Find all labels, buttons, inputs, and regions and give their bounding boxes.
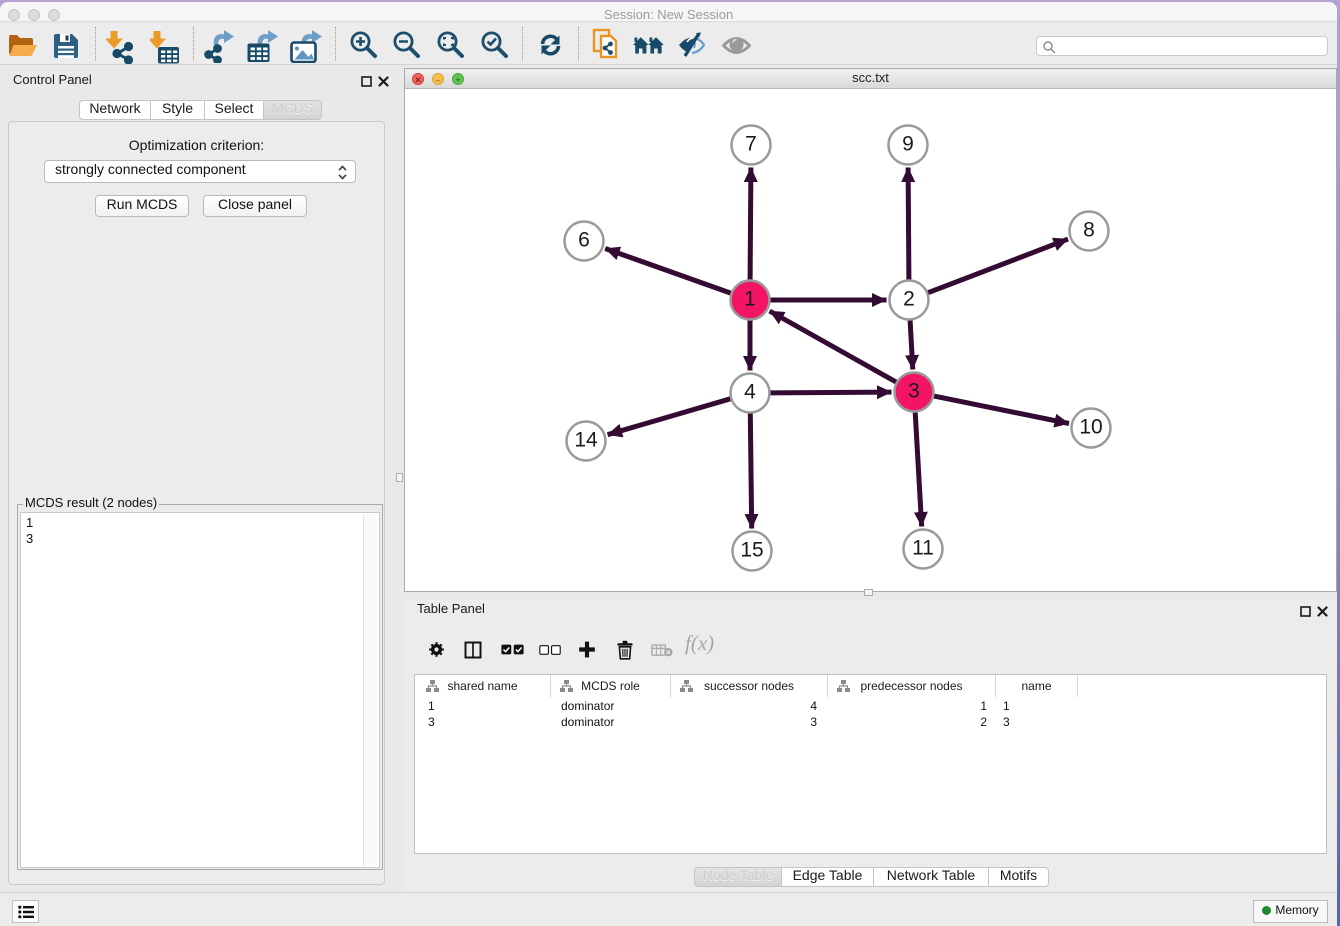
svg-text:7: 7 <box>745 133 757 156</box>
svg-text:8: 8 <box>1083 219 1095 242</box>
svg-text:1: 1 <box>744 288 756 311</box>
svg-text:2: 2 <box>903 288 915 311</box>
svg-text:14: 14 <box>574 429 598 452</box>
svg-text:11: 11 <box>912 537 934 560</box>
svg-text:15: 15 <box>740 539 763 562</box>
svg-text:10: 10 <box>1079 416 1102 439</box>
svg-text:3: 3 <box>908 380 920 403</box>
svg-text:9: 9 <box>902 133 914 156</box>
svg-text:6: 6 <box>578 229 590 252</box>
svg-text:4: 4 <box>744 381 756 404</box>
